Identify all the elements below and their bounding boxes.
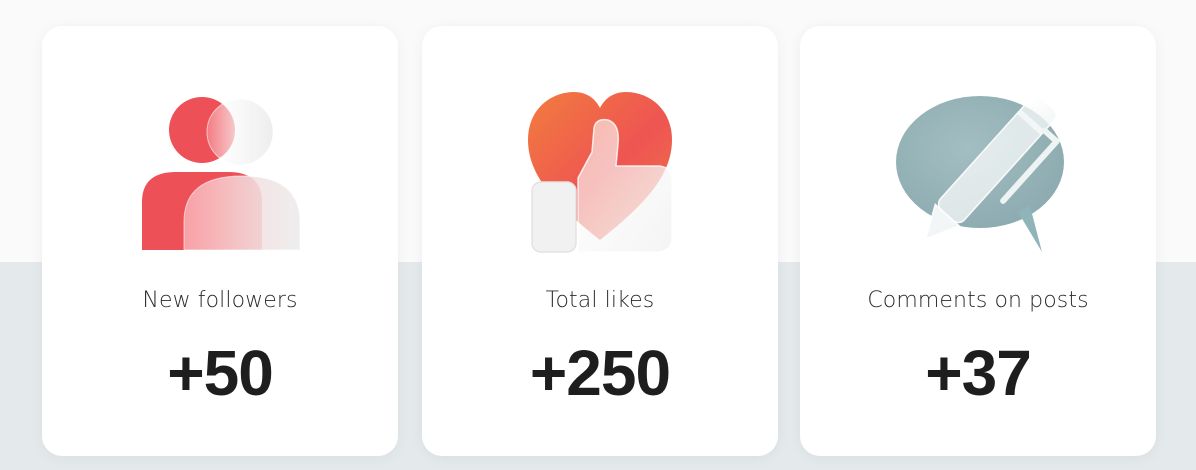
stat-value: +50	[167, 337, 274, 409]
comment-pen-icon	[878, 62, 1078, 262]
stat-label: New followers	[142, 288, 298, 313]
stat-label: Comments on posts	[867, 288, 1089, 313]
stat-card-total-likes: Total likes +250	[422, 26, 778, 456]
stat-label: Total likes	[545, 288, 655, 313]
followers-people-icon	[120, 62, 320, 262]
stat-value: +37	[925, 337, 1032, 409]
stat-card-comments-on-posts: Comments on posts +37	[800, 26, 1156, 456]
heart-thumbs-up-icon	[500, 62, 700, 262]
stat-value: +250	[529, 337, 671, 409]
stat-card-new-followers: New followers +50	[42, 26, 398, 456]
